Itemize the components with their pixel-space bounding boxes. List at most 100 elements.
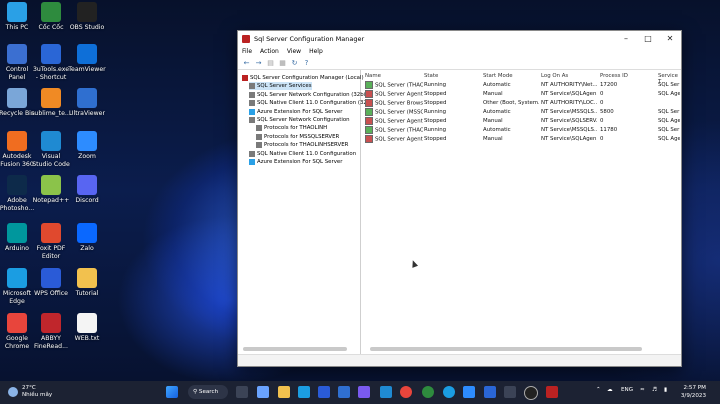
- table-row[interactable]: SQL Server Agent ...Stopped Manual NT Serv…: [362, 90, 680, 99]
- outlook-taskbar-icon[interactable]: [338, 386, 350, 398]
- up-folder-icon[interactable]: ▤: [266, 59, 275, 67]
- tree-node[interactable]: SQL Server Network Configuration (32bit): [249, 91, 369, 99]
- tray-overflow-icon[interactable]: ⌃: [596, 387, 601, 393]
- task-view-icon[interactable]: [236, 386, 248, 398]
- edge-taskbar-icon[interactable]: [298, 386, 310, 398]
- desktop-icon-label: ABBYY FineRead...: [33, 335, 68, 350]
- table-cell: NT Service\MSSQLS...: [541, 109, 597, 115]
- tree-horizontal-scrollbar[interactable]: [243, 347, 347, 351]
- language-indicator[interactable]: ENG: [621, 387, 633, 393]
- desktop-icon[interactable]: Visual Studio Code: [31, 131, 71, 168]
- menu-view[interactable]: View: [287, 48, 301, 55]
- desktop-icon[interactable]: sublime_te...: [31, 88, 71, 118]
- obs-taskbar-icon[interactable]: [524, 386, 538, 400]
- clock[interactable]: 2:57 PM 3/9/2023: [676, 384, 706, 400]
- tree-node[interactable]: SQL Server Network Configuration: [249, 116, 350, 124]
- arduino-icon: [7, 223, 27, 243]
- column-header-log-on-as[interactable]: Log On As: [541, 73, 568, 79]
- desktop-icon[interactable]: ABBYY FineRead...: [31, 313, 71, 350]
- tree-node[interactable]: SQL Server Services: [249, 82, 312, 91]
- tree-node-label: Protocols for THAOLINH: [264, 125, 328, 132]
- table-row[interactable]: SQL Server Agent ...Stopped Manual NT Serv…: [362, 135, 680, 144]
- desktop-icon[interactable]: WPS Office: [31, 268, 71, 298]
- coccoc-taskbar-icon[interactable]: [422, 386, 434, 398]
- config-node-icon: [249, 100, 255, 107]
- maximize-button[interactable]: □: [637, 34, 659, 43]
- column-header-process-id[interactable]: Process ID: [600, 73, 628, 79]
- services-list[interactable]: Name State Start Mode Log On As Process …: [362, 70, 680, 354]
- table-row[interactable]: SQL Server Agent ...Stopped Manual NT Serv…: [362, 117, 680, 126]
- sql-config-taskbar-icon[interactable]: [546, 386, 558, 398]
- menu-action[interactable]: Action: [260, 48, 279, 55]
- forward-icon[interactable]: →: [254, 59, 263, 67]
- tree-node-label: Azure Extension For SQL Server: [257, 159, 343, 165]
- photoshop-icon: [7, 175, 27, 195]
- table-row[interactable]: SQL Server (THAO...Running Automatic NT AU…: [362, 81, 680, 90]
- file-explorer-icon[interactable]: [278, 386, 290, 398]
- sublime-icon: [41, 88, 61, 108]
- taskbar-search[interactable]: ⚲ Search: [188, 385, 228, 399]
- zoom-taskbar-icon[interactable]: [463, 386, 475, 398]
- widgets-icon[interactable]: [257, 386, 269, 398]
- table-cell: NT Service\SQLAgen...: [541, 91, 597, 97]
- onedrive-icon[interactable]: ☁: [607, 387, 613, 393]
- properties-icon[interactable]: ▦: [278, 59, 287, 67]
- minimize-button[interactable]: –: [615, 34, 637, 43]
- table-row[interactable]: SQL Server BrowserStopped Other (Boot, Sy…: [362, 99, 680, 108]
- tree-node[interactable]: Azure Extension For SQL Server: [249, 158, 342, 166]
- desktop-icon[interactable]: UltraViewer: [67, 88, 107, 118]
- column-header-name[interactable]: Name: [365, 73, 381, 79]
- weather-widget[interactable]: 27°C Nhiều mây: [8, 385, 52, 399]
- desktop-icon[interactable]: Notepad++: [31, 175, 71, 205]
- table-cell: 0: [600, 91, 604, 97]
- visual-studio-taskbar-icon[interactable]: [358, 386, 370, 398]
- desktop-icon[interactable]: Discord: [67, 175, 107, 205]
- edge-dev-taskbar-icon[interactable]: [443, 386, 455, 398]
- volume-icon[interactable]: ♬: [652, 387, 657, 393]
- tree-node[interactable]: Protocols for MSSQLSERVER: [256, 133, 339, 141]
- menu-help[interactable]: Help: [309, 48, 323, 55]
- terminal-taskbar-icon[interactable]: [504, 386, 516, 398]
- word-taskbar-icon[interactable]: [318, 386, 330, 398]
- tree-node-label: Protocols for MSSQLSERVER: [264, 133, 340, 140]
- desktop-icon[interactable]: Zalo: [67, 223, 107, 253]
- tree-node[interactable]: Azure Extension For SQL Server: [249, 108, 342, 116]
- table-row[interactable]: SQL Server (THAO...Running Automatic NT Se…: [362, 126, 680, 135]
- chrome-taskbar-icon[interactable]: [400, 386, 412, 398]
- desktop-icon[interactable]: WEB.txt: [67, 313, 107, 343]
- tree-node[interactable]: Protocols for THAOLINHSERVER: [256, 141, 348, 149]
- service-icon: [365, 117, 373, 125]
- wifi-icon[interactable]: ≈: [640, 387, 645, 393]
- help-icon[interactable]: ?: [302, 59, 311, 67]
- teamviewer-icon: [77, 44, 97, 64]
- desktop-icon[interactable]: 3uTools.exe - Shortcut: [31, 44, 71, 81]
- desktop-icon[interactable]: OBS Studio: [67, 2, 107, 32]
- table-row[interactable]: SQL Server (MSSQL...Running Automatic NT S…: [362, 108, 680, 117]
- column-header-state[interactable]: State: [424, 73, 438, 79]
- fusion360-icon: [7, 131, 27, 151]
- desktop-icon[interactable]: Cốc Cốc: [31, 2, 71, 32]
- tree-node[interactable]: SQL Native Client 11.0 Configuration: [249, 150, 356, 158]
- desktop-icon[interactable]: Zoom: [67, 131, 107, 161]
- back-icon[interactable]: ←: [242, 59, 251, 67]
- title-bar[interactable]: Sql Server Configuration Manager – □ ✕: [238, 31, 681, 46]
- list-horizontal-scrollbar[interactable]: [370, 347, 642, 351]
- tree-node[interactable]: SQL Server Configuration Manager (Local): [242, 74, 364, 82]
- tree-node[interactable]: SQL Native Client 11.0 Configuration (32…: [249, 99, 370, 107]
- desktop-icon-label: sublime_te...: [31, 110, 71, 117]
- 3utools-taskbar-icon[interactable]: [484, 386, 496, 398]
- desktop-icon[interactable]: TeamViewer: [67, 44, 107, 74]
- battery-icon[interactable]: ▮: [664, 387, 667, 393]
- start-button[interactable]: [166, 386, 178, 398]
- search-icon: ⚲: [193, 389, 198, 395]
- desktop-icon[interactable]: Tutorial: [67, 268, 107, 298]
- sql-config-manager-window[interactable]: Sql Server Configuration Manager – □ ✕ F…: [237, 30, 682, 367]
- close-button[interactable]: ✕: [659, 34, 681, 43]
- tree-node[interactable]: Protocols for THAOLINH: [256, 124, 327, 132]
- vscode-taskbar-icon[interactable]: [380, 386, 392, 398]
- column-header-start-mode[interactable]: Start Mode: [483, 73, 513, 79]
- navigation-tree[interactable]: Azure Extension For SQL Server SQL Native…: [239, 70, 370, 354]
- refresh-icon[interactable]: ↻: [290, 59, 299, 67]
- menu-file[interactable]: File: [242, 48, 252, 55]
- desktop-icon[interactable]: Foxit PDF Editor: [31, 223, 71, 260]
